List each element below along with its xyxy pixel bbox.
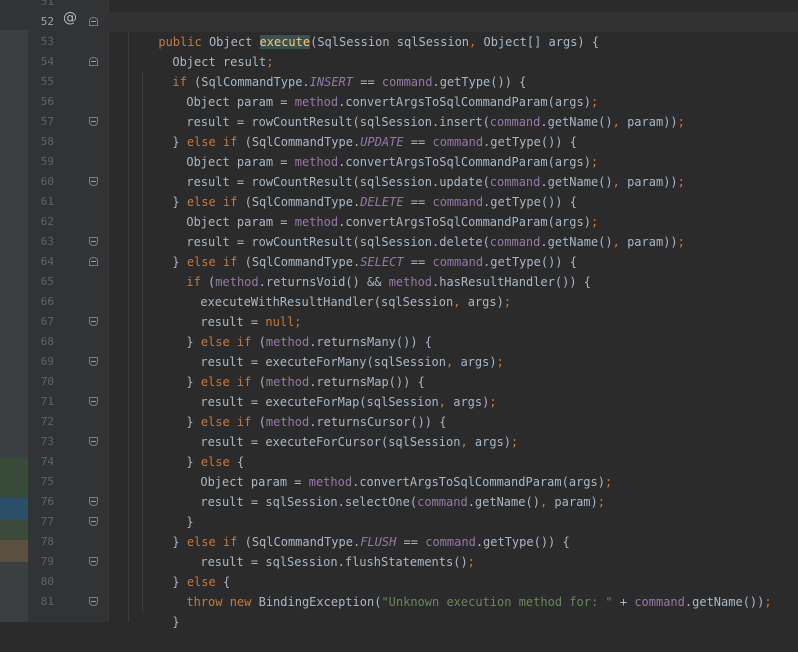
fold-marker-54[interactable] bbox=[89, 57, 98, 66]
code-line-72[interactable]: result = executeForCursor(sqlSession, ar… bbox=[157, 412, 518, 449]
strip-block-green-2 bbox=[0, 520, 28, 540]
strip-block-orange bbox=[0, 540, 28, 562]
code-line-56[interactable]: result = rowCountResult(sqlSession.inser… bbox=[143, 92, 685, 129]
fold-marker-79[interactable] bbox=[89, 557, 98, 566]
fold-marker-77[interactable] bbox=[89, 517, 98, 526]
code-line-69[interactable]: } else if (method.returnsMap()) { bbox=[143, 352, 424, 389]
strip-block-gray bbox=[0, 30, 28, 460]
strip-block-gray-2 bbox=[0, 562, 28, 622]
fold-marker-76[interactable] bbox=[89, 497, 98, 506]
line-number: 79 bbox=[40, 555, 54, 568]
fold-marker-71[interactable] bbox=[89, 397, 98, 406]
override-icon[interactable]: @ bbox=[63, 10, 77, 26]
line-number: 71 bbox=[40, 395, 54, 408]
line-number: 72 bbox=[40, 415, 54, 428]
tool-window-strip bbox=[0, 0, 28, 622]
code-line-76[interactable]: } bbox=[143, 492, 193, 529]
line-number: 56 bbox=[40, 95, 54, 108]
code-line-78[interactable]: result = sqlSession.flushStatements(); bbox=[157, 532, 475, 569]
line-number: 66 bbox=[40, 295, 54, 308]
fold-marker-63[interactable] bbox=[89, 237, 98, 246]
code-line-79[interactable]: } else { bbox=[129, 552, 230, 589]
line-number: 64 bbox=[40, 255, 54, 268]
line-number: 80 bbox=[40, 575, 54, 588]
code-line-67[interactable]: } else if (method.returnsMany()) { bbox=[143, 312, 432, 349]
fold-marker-81[interactable] bbox=[89, 597, 98, 606]
line-number: 51 bbox=[40, 0, 54, 8]
code-line-73[interactable]: } else { bbox=[143, 432, 244, 469]
strip-block-green bbox=[0, 458, 28, 498]
code-line-62[interactable]: result = rowCountResult(sqlSession.delet… bbox=[143, 212, 685, 249]
code-line-54[interactable]: if (SqlCommandType.INSERT == command.get… bbox=[129, 52, 526, 89]
line-number: 74 bbox=[40, 455, 54, 468]
line-number: 60 bbox=[40, 175, 54, 188]
code-area[interactable]: public Object execute(SqlSession sqlSess… bbox=[108, 0, 798, 629]
code-editor[interactable]: @ 51 52 53 54 55 56 57 58 59 60 61 62 63 64 65 66 67 68 69… bbox=[0, 0, 798, 629]
code-line-64[interactable]: if (method.returnsVoid() && method.hasRe… bbox=[143, 252, 591, 289]
code-line-55[interactable]: Object param = method.convertArgsToSqlCo… bbox=[143, 72, 598, 109]
fold-marker-52[interactable] bbox=[89, 17, 98, 26]
code-line-81[interactable]: } bbox=[129, 592, 179, 629]
code-line-65[interactable]: executeWithResultHandler(sqlSession, arg… bbox=[157, 272, 511, 309]
code-line-57[interactable]: } else if (SqlCommandType.UPDATE == comm… bbox=[129, 112, 577, 149]
code-line-53[interactable]: Object result; bbox=[129, 32, 273, 69]
code-line-68[interactable]: result = executeForMany(sqlSession, args… bbox=[157, 332, 503, 369]
line-number: 68 bbox=[40, 335, 54, 348]
code-line-75[interactable]: result = sqlSession.selectOne(command.ge… bbox=[157, 472, 605, 509]
line-number: 58 bbox=[40, 135, 54, 148]
line-number: 63 bbox=[40, 235, 54, 248]
code-line-70[interactable]: result = executeForMap(sqlSession, args)… bbox=[157, 372, 496, 409]
line-number: 67 bbox=[40, 315, 54, 328]
line-number: 81 bbox=[40, 595, 54, 608]
code-line-52[interactable]: public Object execute(SqlSession sqlSess… bbox=[115, 12, 599, 49]
code-line-71[interactable]: } else if (method.returnsCursor()) { bbox=[143, 392, 446, 429]
line-number: 69 bbox=[40, 355, 54, 368]
line-number: 57 bbox=[40, 115, 54, 128]
code-line-59[interactable]: result = rowCountResult(sqlSession.updat… bbox=[143, 152, 685, 189]
code-line-77[interactable]: } else if (SqlCommandType.FLUSH == comma… bbox=[129, 512, 569, 549]
fold-marker-67[interactable] bbox=[89, 317, 98, 326]
code-line-74[interactable]: Object param = method.convertArgsToSqlCo… bbox=[157, 452, 612, 489]
line-number: 77 bbox=[40, 515, 54, 528]
line-number: 76 bbox=[40, 495, 54, 508]
line-number: 55 bbox=[40, 75, 54, 88]
fold-marker-69[interactable] bbox=[89, 357, 98, 366]
fold-marker-60[interactable] bbox=[89, 177, 98, 186]
fold-marker-57[interactable] bbox=[89, 117, 98, 126]
code-line-60[interactable]: } else if (SqlCommandType.DELETE == comm… bbox=[129, 172, 577, 209]
line-number: 75 bbox=[40, 475, 54, 488]
line-number: 65 bbox=[40, 275, 54, 288]
line-number: 78 bbox=[40, 535, 54, 548]
line-number: 54 bbox=[40, 55, 54, 68]
line-number: 62 bbox=[40, 215, 54, 228]
fold-marker-64[interactable] bbox=[89, 257, 98, 266]
line-number: 61 bbox=[40, 195, 54, 208]
line-number: 73 bbox=[40, 435, 54, 448]
code-line-61[interactable]: Object param = method.convertArgsToSqlCo… bbox=[143, 192, 598, 229]
code-line-80[interactable]: throw new BindingException("Unknown exec… bbox=[143, 572, 771, 609]
line-number: 53 bbox=[40, 35, 54, 48]
line-number: 70 bbox=[40, 375, 54, 388]
code-line-66[interactable]: result = null; bbox=[157, 292, 301, 329]
line-number: 52 bbox=[40, 15, 54, 28]
code-line-58[interactable]: Object param = method.convertArgsToSqlCo… bbox=[143, 132, 598, 169]
strip-block-blue bbox=[0, 498, 28, 520]
line-number: 59 bbox=[40, 155, 54, 168]
fold-marker-73[interactable] bbox=[89, 437, 98, 446]
code-line-63[interactable]: } else if (SqlCommandType.SELECT == comm… bbox=[129, 232, 577, 269]
